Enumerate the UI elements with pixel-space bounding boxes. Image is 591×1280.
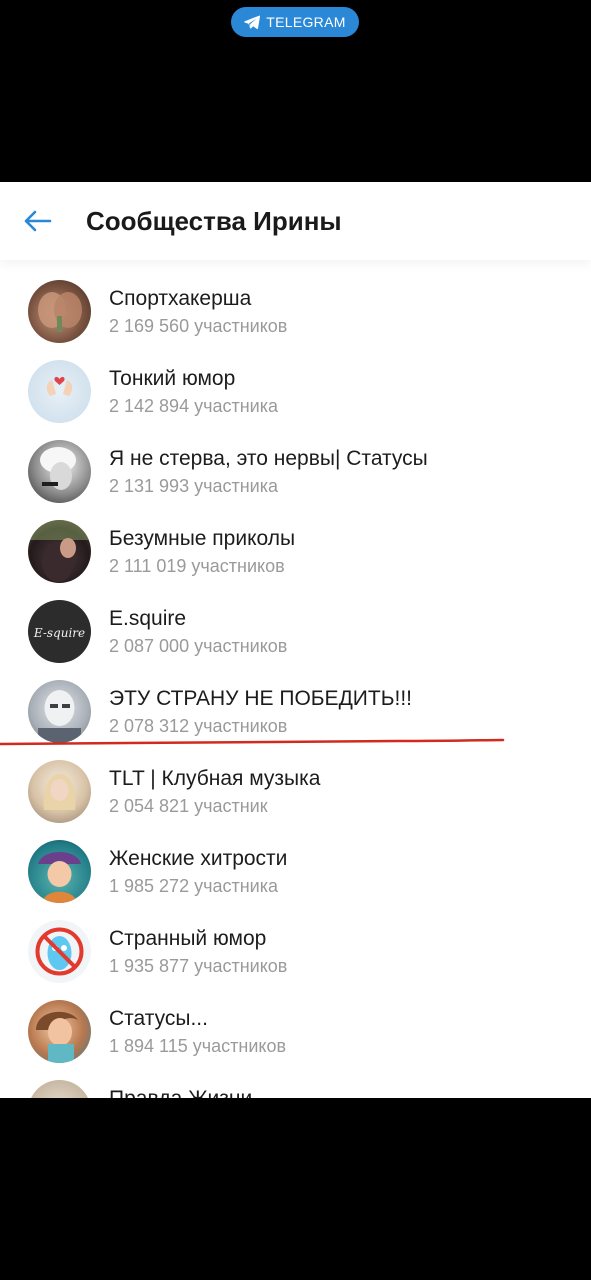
list-item[interactable]: Странный юмор 1 935 877 участников <box>0 920 591 1000</box>
list-item[interactable]: Статусы... 1 894 115 участников <box>0 1000 591 1080</box>
member-count: 2 054 821 участник <box>109 796 268 816</box>
telegram-pill: TELEGRAM <box>231 7 359 37</box>
community-name: E.squire <box>109 607 187 630</box>
avatar <box>28 520 91 583</box>
list-item[interactable]: TLT | Клубная музыка 2 054 821 участник <box>0 760 591 840</box>
avatar <box>28 1080 91 1098</box>
list-item[interactable]: Безумные приколы 2 111 019 участников <box>0 520 591 600</box>
list-item[interactable]: ЭТУ СТРАНУ НЕ ПОБЕДИТЬ!!! 2 078 312 учас… <box>0 680 591 760</box>
member-count: 2 078 312 участников <box>109 716 288 736</box>
telegram-label: TELEGRAM <box>266 14 346 30</box>
avatar <box>28 1000 91 1063</box>
community-name: Я не стерва, это нервы| Статусы <box>109 447 428 470</box>
top-black-bar: TELEGRAM <box>0 0 591 182</box>
app-screen: Сообщества Ирины Спортхакерша 2 169 560 … <box>0 182 591 1098</box>
bottom-black-bar <box>0 1098 591 1280</box>
community-name: ЭТУ СТРАНУ НЕ ПОБЕДИТЬ!!! <box>109 687 412 710</box>
page-title: Сообщества Ирины <box>86 206 342 236</box>
avatar: E-squire <box>28 600 91 663</box>
community-name: Правда Жизни <box>109 1086 252 1098</box>
list-item[interactable]: Тонкий юмор 2 142 894 участника <box>0 360 591 440</box>
list-item[interactable]: Правда Жизни <box>0 1080 591 1098</box>
avatar <box>28 280 91 343</box>
arrow-left-icon <box>24 210 52 232</box>
telegram-icon <box>244 15 261 29</box>
list-item[interactable]: Я не стерва, это нервы| Статусы 2 131 99… <box>0 440 591 520</box>
avatar <box>28 360 91 423</box>
list-item[interactable]: Женские хитрости 1 985 272 участника <box>0 840 591 920</box>
avatar <box>28 440 91 503</box>
list-item[interactable]: E-squire E.squire 2 087 000 участников <box>0 600 591 680</box>
member-count: 1 935 877 участников <box>109 956 288 976</box>
member-count: 2 131 993 участника <box>109 476 278 496</box>
avatar <box>28 840 91 903</box>
community-list[interactable]: Спортхакерша 2 169 560 участников Тонкий… <box>0 280 591 1098</box>
list-item[interactable]: Спортхакерша 2 169 560 участников <box>0 280 591 360</box>
avatar <box>28 760 91 823</box>
avatar <box>28 680 91 743</box>
avatar <box>28 920 91 983</box>
community-name: Безумные приколы <box>109 527 296 550</box>
member-count: 2 111 019 участников <box>109 556 285 576</box>
member-count: 1 985 272 участника <box>109 876 278 896</box>
member-count: 2 087 000 участников <box>109 636 288 656</box>
avatar-logo-text: E-squire <box>33 626 85 640</box>
member-count: 2 169 560 участников <box>109 316 288 336</box>
community-name: Тонкий юмор <box>109 367 236 390</box>
member-count: 2 142 894 участника <box>109 396 278 416</box>
top-app-bar: Сообщества Ирины <box>0 182 591 260</box>
community-name: Спортхакерша <box>109 287 252 310</box>
community-name: Статусы... <box>109 1007 208 1030</box>
member-count: 1 894 115 участников <box>109 1036 287 1056</box>
community-name: TLT | Клубная музыка <box>109 767 321 790</box>
back-button[interactable] <box>20 204 54 238</box>
community-name: Странный юмор <box>109 927 267 950</box>
community-name: Женские хитрости <box>109 847 288 870</box>
